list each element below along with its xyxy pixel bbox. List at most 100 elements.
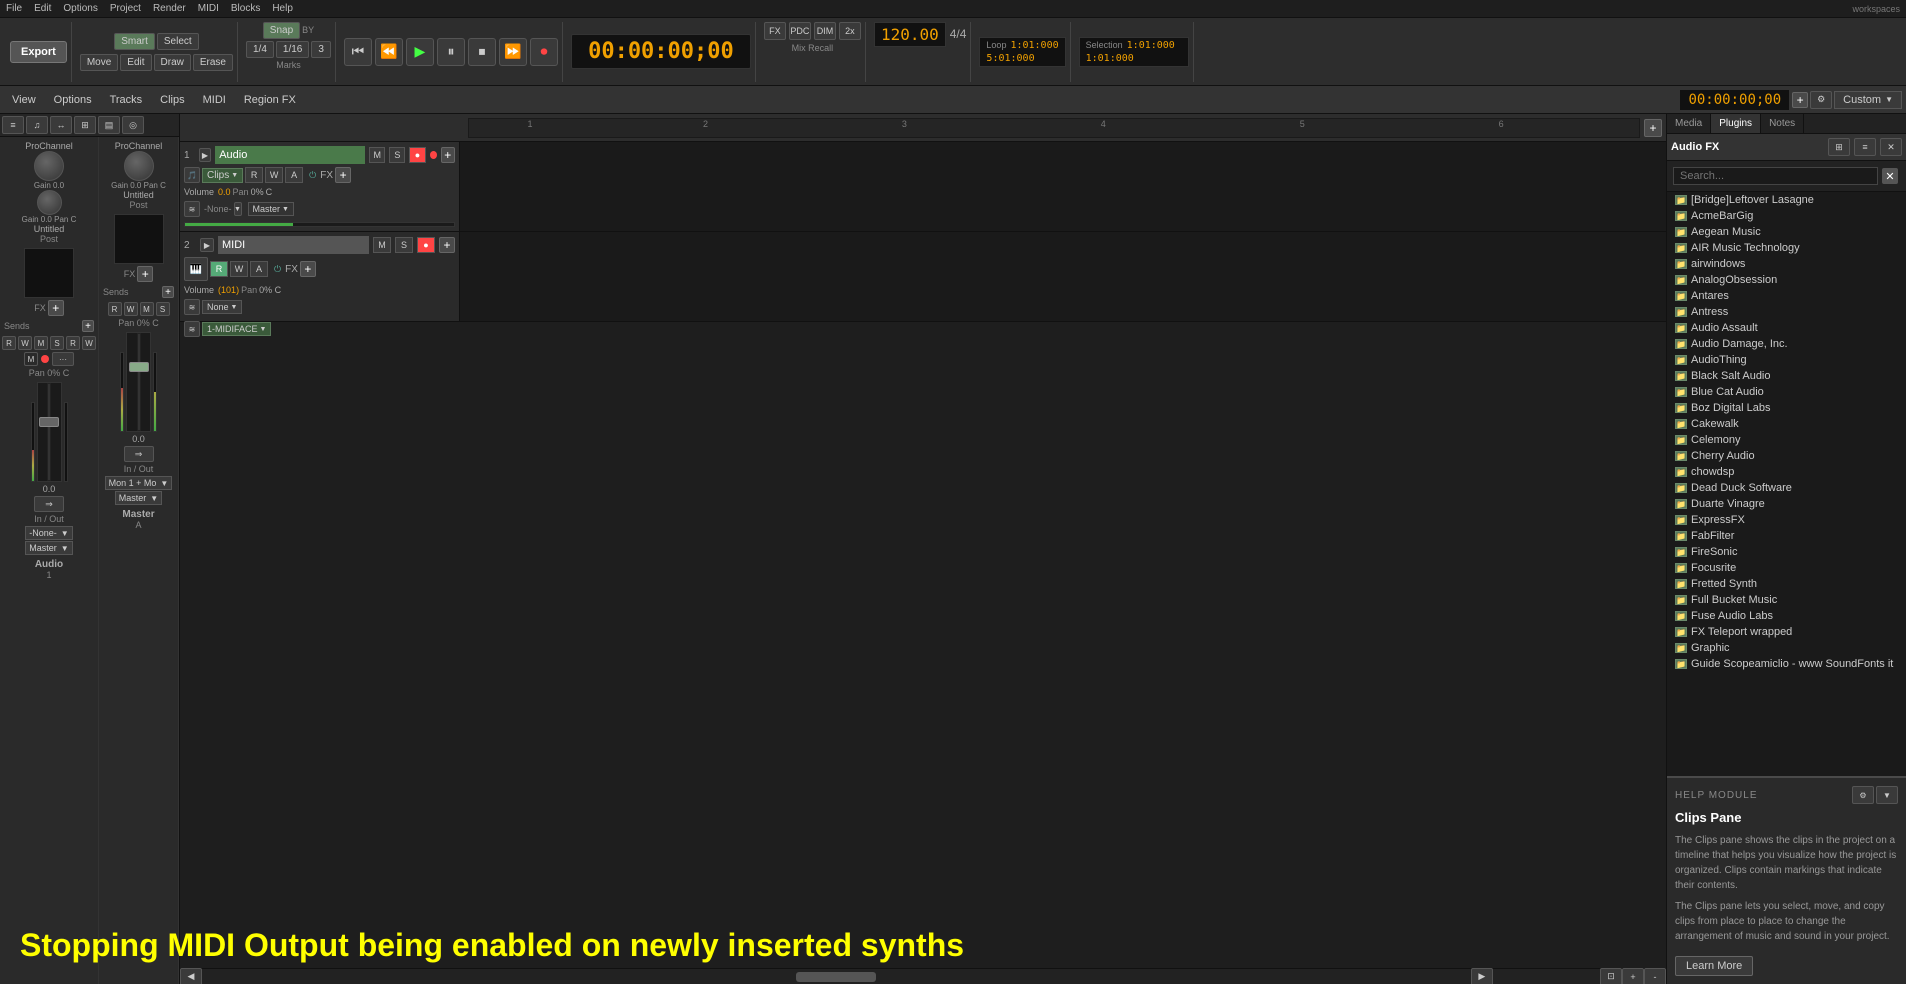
track-r-2[interactable]: R xyxy=(210,261,228,277)
plugin-item-15[interactable]: 📁 Celemony xyxy=(1667,432,1906,448)
ch2-m-btn[interactable]: M xyxy=(140,302,154,316)
plugin-item-16[interactable]: 📁 Cherry Audio xyxy=(1667,448,1906,464)
region-fx-button[interactable]: Region FX xyxy=(236,92,304,108)
ch-route-btn[interactable]: ⇒ xyxy=(34,496,64,512)
ch2-r-btn[interactable]: R xyxy=(108,302,122,316)
track-none-expand-1[interactable]: ▼ xyxy=(234,202,242,216)
plugin-view-2[interactable]: ≡ xyxy=(1854,138,1876,156)
zoom-out-btn[interactable]: - xyxy=(1644,968,1666,984)
ch2-w-btn[interactable]: W xyxy=(124,302,138,316)
plugin-search-input[interactable] xyxy=(1673,167,1878,185)
track-mute-1[interactable]: M xyxy=(369,147,385,163)
tab-notes[interactable]: Notes xyxy=(1761,114,1804,133)
plugin-item-0[interactable]: 📁 [Bridge]Leftover Lasagne xyxy=(1667,192,1906,208)
tracks-button[interactable]: Tracks xyxy=(102,92,151,108)
input-dropdown-1[interactable]: -None- xyxy=(25,526,72,540)
track-expand-1[interactable]: ▶ xyxy=(199,148,212,162)
ch-r-btn[interactable]: R xyxy=(2,336,16,350)
plugin-item-19[interactable]: 📁 Duarte Vinagre xyxy=(1667,496,1906,512)
ch-m-btn[interactable]: M xyxy=(34,336,48,350)
track-icon-1[interactable]: 🎵 xyxy=(184,167,200,183)
left-icon-3[interactable]: ↔ xyxy=(50,116,72,134)
track-expand-2[interactable]: ▶ xyxy=(200,238,214,252)
erase-tool-button[interactable]: Erase xyxy=(193,54,233,71)
plugin-item-29[interactable]: 📁 Guide Scopeamiclio - www SoundFonts it xyxy=(1667,656,1906,672)
snap-button[interactable]: Snap xyxy=(263,22,300,39)
track-rec-2[interactable]: ● xyxy=(417,237,435,253)
plugin-item-25[interactable]: 📁 Full Bucket Music xyxy=(1667,592,1906,608)
left-icon-1[interactable]: ≡ xyxy=(2,116,24,134)
ch-m2-btn[interactable]: M xyxy=(24,352,38,366)
fader-2[interactable] xyxy=(126,332,151,432)
ch2-s-btn[interactable]: S xyxy=(156,302,170,316)
left-icon-5[interactable]: ▤ xyxy=(98,116,120,134)
ch-w-btn[interactable]: W xyxy=(18,336,32,350)
menu-options[interactable]: Options xyxy=(63,3,97,14)
plugin-item-1[interactable]: 📁 AcmeBarGig xyxy=(1667,208,1906,224)
menu-file[interactable]: File xyxy=(6,3,22,14)
edit-tool-button[interactable]: Edit xyxy=(120,54,151,71)
ch2-route-btn[interactable]: ⇒ xyxy=(124,446,154,462)
midi-button[interactable]: MIDI xyxy=(195,92,234,108)
ch-dots-btn[interactable]: ··· xyxy=(52,352,74,366)
plugin-item-3[interactable]: 📁 AIR Music Technology xyxy=(1667,240,1906,256)
fx-add-2[interactable]: + xyxy=(137,266,153,282)
clips-button[interactable]: Clips xyxy=(152,92,192,108)
track-fx-add-1[interactable]: + xyxy=(335,167,351,183)
plugin-item-20[interactable]: 📁 ExpressFX xyxy=(1667,512,1906,528)
track-a-2[interactable]: A xyxy=(250,261,268,277)
scroll-left-btn[interactable]: ◀ xyxy=(180,968,202,984)
plugin-item-13[interactable]: 📁 Boz Digital Labs xyxy=(1667,400,1906,416)
plugin-view-3[interactable]: ✕ xyxy=(1880,138,1902,156)
plugin-view-1[interactable]: ⊞ xyxy=(1828,138,1850,156)
sends-add-1[interactable]: + xyxy=(82,320,94,332)
fx-add-1[interactable]: + xyxy=(48,300,64,316)
plugin-item-22[interactable]: 📁 FireSonic xyxy=(1667,544,1906,560)
track-a-1[interactable]: A xyxy=(285,167,303,183)
none-dropdown-2[interactable]: None xyxy=(202,300,242,314)
back-button[interactable]: ⏪ xyxy=(375,38,403,66)
move-tool-button[interactable]: Move xyxy=(80,54,118,71)
dim-button[interactable]: DIM xyxy=(814,22,836,40)
snap-val-button[interactable]: 1/4 xyxy=(246,41,274,58)
scroll-right-btn[interactable]: ▶ xyxy=(1471,968,1493,984)
snap-val2-button[interactable]: 1/16 xyxy=(276,41,309,58)
options-button[interactable]: Options xyxy=(46,92,100,108)
plugin-item-6[interactable]: 📁 Antares xyxy=(1667,288,1906,304)
plugin-item-26[interactable]: 📁 Fuse Audio Labs xyxy=(1667,608,1906,624)
plugin-item-2[interactable]: 📁 Aegean Music xyxy=(1667,224,1906,240)
track-add-1[interactable]: + xyxy=(441,147,455,163)
track-name-input-2[interactable] xyxy=(218,236,369,254)
menu-midi[interactable]: MIDI xyxy=(198,3,219,14)
add-track-button[interactable]: + xyxy=(1792,92,1808,108)
track-fx-add-2[interactable]: + xyxy=(300,261,316,277)
track-r-1[interactable]: R xyxy=(245,167,263,183)
track-rec-1[interactable]: ● xyxy=(409,147,425,163)
plugin-item-23[interactable]: 📁 Focusrite xyxy=(1667,560,1906,576)
track-eq-2[interactable]: ≋ xyxy=(184,299,200,315)
track-device-btn[interactable]: ≋ xyxy=(184,321,200,337)
h-scrollbar[interactable]: ◀ ▶ ⊡ + - xyxy=(180,968,1666,984)
gain-knob-2[interactable] xyxy=(124,151,154,181)
x2-button[interactable]: 2x xyxy=(839,22,861,40)
ch-r2-btn[interactable]: R xyxy=(66,336,80,350)
output-dropdown-2[interactable]: Master xyxy=(115,491,162,505)
plugin-item-9[interactable]: 📁 Audio Damage, Inc. xyxy=(1667,336,1906,352)
gain-knob-1[interactable] xyxy=(34,151,64,181)
plugin-item-10[interactable]: 📁 AudioThing xyxy=(1667,352,1906,368)
pdc-button[interactable]: PDC xyxy=(789,22,811,40)
select-tool-button[interactable]: Select xyxy=(157,33,199,50)
plugin-item-17[interactable]: 📁 chowdsp xyxy=(1667,464,1906,480)
track-w-2[interactable]: W xyxy=(230,261,248,277)
zoom-fit-btn[interactable]: ⊡ xyxy=(1600,968,1622,984)
record-button[interactable]: ⏺ xyxy=(530,38,558,66)
left-icon-6[interactable]: ◎ xyxy=(122,116,144,134)
left-icon-4[interactable]: ⊞ xyxy=(74,116,96,134)
rewind-button[interactable]: ⏮ xyxy=(344,38,372,66)
track-w-1[interactable]: W xyxy=(265,167,283,183)
plugin-item-4[interactable]: 📁 airwindows xyxy=(1667,256,1906,272)
h-scroll-thumb[interactable] xyxy=(796,972,876,982)
plugin-item-28[interactable]: 📁 Graphic xyxy=(1667,640,1906,656)
fader-1[interactable] xyxy=(37,382,62,482)
zoom-in-btn[interactable]: + xyxy=(1622,968,1644,984)
